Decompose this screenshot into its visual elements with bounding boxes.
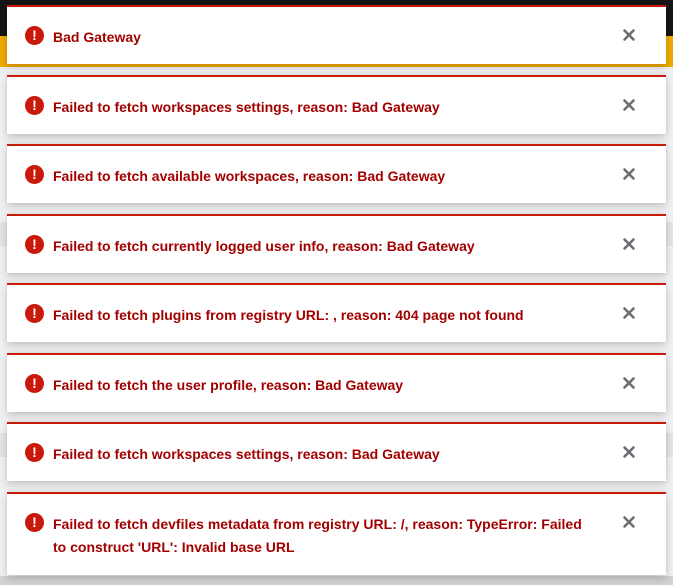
alert-title: Failed to fetch devfiles metadata from r… [53, 515, 582, 555]
alert-title: Failed to fetch the user profile, reason… [53, 376, 404, 393]
times-icon [623, 376, 635, 389]
alert-title: Failed to fetch workspaces settings, rea… [53, 446, 440, 462]
alert-title: Failed to fetch plugins from registry UR… [53, 307, 524, 323]
times-icon [623, 237, 635, 250]
exclamation-circle-icon: ! [25, 95, 44, 115]
alert-title: Failed to fetch available workspaces, re… [53, 168, 446, 184]
times-icon [623, 98, 635, 111]
exclamation-circle-icon: ! [25, 512, 44, 532]
exclamation-circle-icon: ! [25, 304, 44, 323]
toast-alert-group: ! Bad Gateway ! Failed to fetch workspac… [7, 5, 666, 585]
close-alert-button[interactable] [620, 26, 638, 44]
exclamation-circle-icon: ! [25, 26, 44, 45]
times-icon [623, 446, 635, 458]
danger-alert: ! Failed to fetch plugins from registry … [7, 283, 666, 342]
close-alert-button[interactable] [620, 513, 638, 531]
close-alert-button[interactable] [620, 443, 638, 461]
times-icon [623, 168, 635, 180]
times-icon [623, 307, 635, 319]
alert-title: Failed to fetch workspaces settings, rea… [53, 98, 440, 115]
exclamation-circle-icon: ! [25, 234, 44, 254]
danger-alert: ! Failed to fetch workspaces settings, r… [7, 74, 666, 134]
close-alert-button[interactable] [620, 165, 638, 183]
times-icon [623, 515, 635, 528]
danger-alert: ! Failed to fetch currently logged user … [7, 213, 666, 273]
alert-title: Bad Gateway [53, 29, 141, 45]
danger-alert: ! Failed to fetch the user profile, reas… [7, 352, 666, 412]
close-alert-button[interactable] [620, 96, 638, 114]
danger-alert: ! Failed to fetch available workspaces, … [7, 144, 666, 203]
exclamation-circle-icon: ! [25, 373, 44, 393]
exclamation-circle-icon: ! [25, 165, 44, 184]
danger-alert: ! Failed to fetch workspaces settings, r… [7, 422, 666, 481]
close-alert-button[interactable] [620, 304, 638, 322]
exclamation-circle-icon: ! [25, 443, 44, 462]
close-alert-button[interactable] [620, 374, 638, 392]
alert-title: Failed to fetch currently logged user in… [53, 237, 475, 254]
times-icon [623, 29, 635, 41]
close-alert-button[interactable] [620, 235, 638, 253]
danger-alert: ! Bad Gateway [7, 5, 666, 64]
danger-alert: ! Failed to fetch devfiles metadata from… [7, 491, 666, 575]
